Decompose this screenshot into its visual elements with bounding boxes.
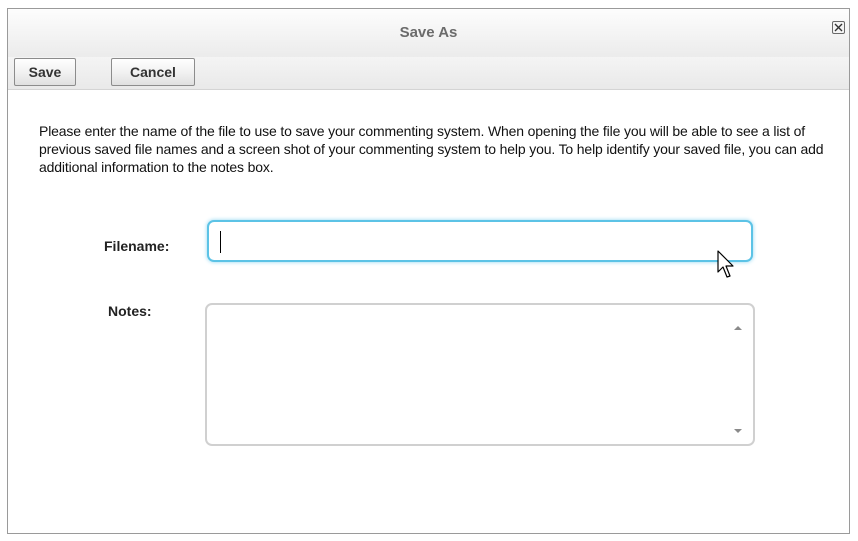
instructions-text: Please enter the name of the file to use… bbox=[39, 123, 824, 175]
save-as-dialog: Save As Save Cancel Please enter the nam… bbox=[7, 8, 850, 534]
filename-label: Filename: bbox=[104, 238, 170, 254]
dialog-titlebar: Save As bbox=[8, 9, 849, 59]
cancel-button[interactable]: Cancel bbox=[111, 58, 195, 86]
filename-input[interactable] bbox=[207, 220, 753, 262]
close-icon[interactable] bbox=[832, 21, 845, 34]
notes-textarea[interactable] bbox=[213, 311, 727, 441]
chevron-down-icon[interactable] bbox=[733, 426, 743, 436]
mouse-pointer-icon bbox=[717, 250, 734, 278]
text-caret bbox=[220, 231, 221, 253]
dialog-title: Save As bbox=[399, 24, 458, 41]
notes-label: Notes: bbox=[108, 303, 152, 319]
save-button[interactable]: Save bbox=[14, 58, 76, 86]
chevron-up-icon[interactable] bbox=[733, 323, 743, 333]
notes-field[interactable] bbox=[205, 303, 755, 446]
